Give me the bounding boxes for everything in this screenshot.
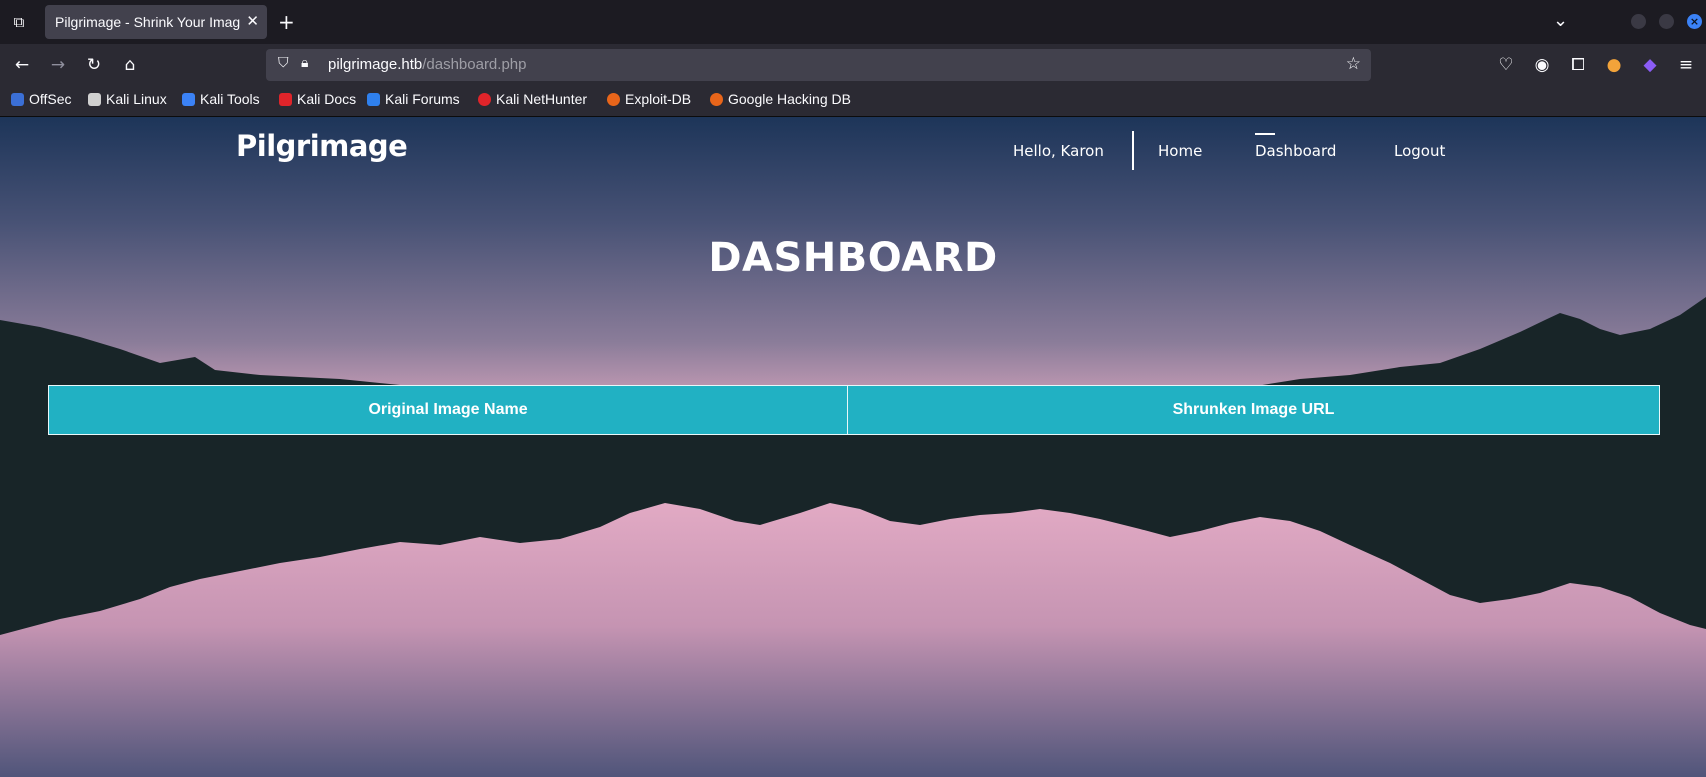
home-icon[interactable]: ⌂ [119, 54, 141, 76]
url-host: pilgrimage.htb [328, 56, 423, 73]
forward-icon[interactable]: → [47, 54, 69, 76]
maximize-icon[interactable] [1659, 14, 1674, 29]
cookie-extension-icon[interactable]: ● [1603, 54, 1625, 76]
minimize-icon[interactable] [1631, 14, 1646, 29]
nav-dashboard-link[interactable]: Dashboard [1255, 142, 1336, 160]
kali-forums-icon [367, 92, 380, 106]
bookmark-kali-docs[interactable]: Kali Docs [279, 91, 356, 107]
bookmark-label: Exploit-DB [625, 91, 692, 107]
greeting-text: Hello, Karon [1013, 142, 1104, 160]
navigation-bar: ← → ↻ ⌂ ⛉ 🔒︎ pilgrimage.htb/dashboard.ph… [0, 44, 1706, 104]
nav-logout-link[interactable]: Logout [1394, 142, 1445, 160]
active-nav-indicator [1255, 133, 1275, 135]
chevron-down-icon[interactable]: ⌄ [1553, 10, 1568, 31]
url-path: /dashboard.php [422, 56, 527, 73]
kali-docs-icon [279, 92, 292, 106]
bookmark-offsec[interactable]: OffSec [11, 91, 72, 107]
page-content: Pilgrimage Hello, Karon Home Dashboard L… [0, 117, 1706, 777]
back-icon[interactable]: ← [11, 54, 33, 76]
new-tab-icon[interactable]: + [278, 10, 295, 34]
bookmark-label: Kali NetHunter [496, 91, 588, 107]
active-tab[interactable]: Pilgrimage - Shrink Your Images ✕ [45, 5, 267, 39]
tracking-shield-icon[interactable]: ⛉ [278, 55, 289, 71]
page-title: DASHBOARD [708, 235, 998, 281]
kali-dragon-icon [88, 92, 101, 106]
extension-icon[interactable]: ◆ [1639, 54, 1661, 76]
bookmark-label: Kali Forums [385, 91, 460, 107]
bookmark-exploit-db[interactable]: Exploit-DB [607, 91, 691, 107]
bookmark-kali-linux[interactable]: Kali Linux [88, 91, 167, 107]
site-header: Pilgrimage Hello, Karon Home Dashboard L… [0, 117, 1706, 187]
reload-icon[interactable]: ↻ [83, 54, 105, 76]
menu-icon[interactable]: ≡ [1675, 54, 1697, 76]
exploit-db-icon [607, 92, 620, 106]
pocket-icon[interactable]: ♡ [1495, 54, 1517, 76]
mountain-landscape-background [0, 297, 1706, 777]
window-close-icon[interactable]: × [1687, 14, 1702, 29]
bookmark-label: Kali Tools [200, 91, 260, 107]
account-icon[interactable]: ◉ [1531, 54, 1553, 76]
nav-divider [1132, 131, 1134, 170]
url-text[interactable]: pilgrimage.htb/dashboard.php [328, 56, 526, 73]
lock-icon[interactable]: 🔒︎ [301, 55, 308, 71]
nav-home-link[interactable]: Home [1158, 142, 1202, 160]
bookmark-kali-nethunter[interactable]: Kali NetHunter [478, 91, 587, 107]
ghdb-icon [710, 92, 723, 106]
extensions-icon[interactable]: ⧠ [1567, 54, 1589, 76]
bookmark-kali-tools[interactable]: Kali Tools [182, 91, 260, 107]
bookmark-label: Kali Docs [297, 91, 357, 107]
close-tab-icon[interactable]: ✕ [246, 12, 259, 30]
site-logo[interactable]: Pilgrimage [236, 129, 408, 163]
table-header-row: Original Image Name Shrunken Image URL [47, 385, 1660, 435]
tab-list-icon[interactable]: ⧉ [8, 12, 30, 32]
nethunter-icon [478, 92, 491, 106]
kali-tools-icon [182, 92, 195, 106]
bookmark-google-hacking-db[interactable]: Google Hacking DB [710, 91, 851, 107]
images-table: Original Image Name Shrunken Image URL [47, 385, 1660, 435]
bookmark-label: OffSec [29, 91, 72, 107]
column-header-original-image-name: Original Image Name [47, 385, 849, 435]
tab-title: Pilgrimage - Shrink Your Images [55, 14, 240, 30]
column-header-shrunken-image-url: Shrunken Image URL [847, 385, 1660, 435]
bookmark-label: Kali Linux [106, 91, 167, 107]
url-bar[interactable]: ⛉ 🔒︎ pilgrimage.htb/dashboard.php ☆ [266, 49, 1371, 81]
bookmark-star-icon[interactable]: ☆ [1346, 54, 1361, 74]
bookmarks-toolbar: OffSec Kali Linux Kali Tools Kali Docs K… [0, 86, 1706, 117]
offsec-icon [11, 92, 24, 106]
bookmark-kali-forums[interactable]: Kali Forums [367, 91, 460, 107]
tab-bar: ⧉ Pilgrimage - Shrink Your Images ✕ + ⌄ … [0, 0, 1706, 44]
bookmark-label: Google Hacking DB [728, 91, 851, 107]
